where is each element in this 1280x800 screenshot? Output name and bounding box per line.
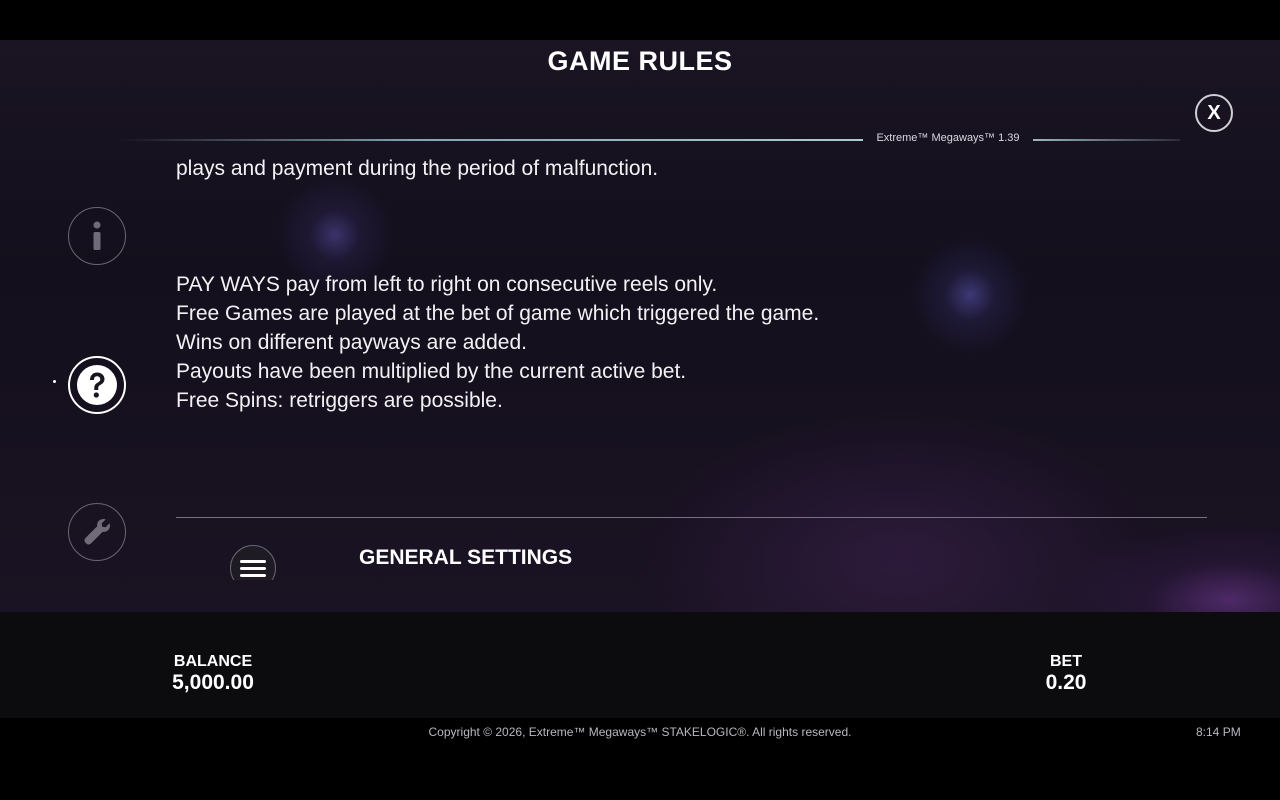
- bet-label: BET: [1050, 653, 1082, 670]
- hamburger-menu-icon: [240, 560, 266, 577]
- menu-clip: [0, 0, 1280, 580]
- balance-value: 5,000.00: [172, 671, 254, 694]
- clock: 8:14 PM: [1196, 725, 1241, 739]
- balance-label: BALANCE: [173, 653, 253, 670]
- copyright-text: Copyright © 2026, Extreme™ Megaways™ STA…: [428, 725, 852, 739]
- game-rules-screen: GAME RULES X Extreme™ Megaways™ 1.39 pla…: [0, 0, 1280, 800]
- bet-value: 0.20: [1045, 671, 1087, 694]
- section-heading: GENERAL SETTINGS: [359, 546, 573, 569]
- menu-button[interactable]: [230, 545, 276, 580]
